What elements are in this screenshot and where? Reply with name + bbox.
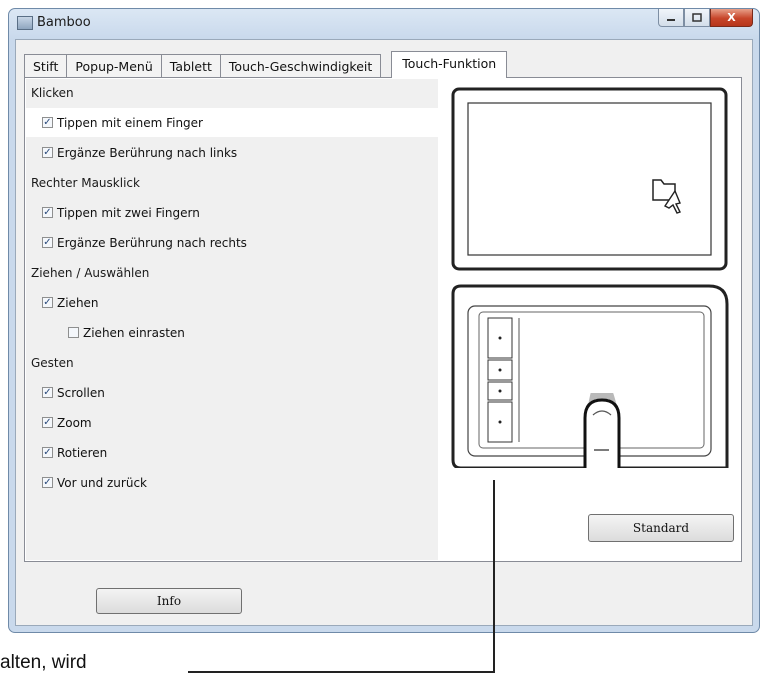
checkmark-icon: ✓ bbox=[43, 236, 52, 248]
callout-text: alten, wird bbox=[0, 652, 87, 673]
checkmark-icon: ✓ bbox=[43, 446, 52, 458]
tablet-express-keys bbox=[487, 317, 513, 443]
option-ziehen[interactable]: ✓ Ziehen bbox=[26, 288, 438, 317]
option-label: Ziehen bbox=[57, 295, 99, 310]
option-ergaenze-rechts[interactable]: ✓ Ergänze Berührung nach rechts bbox=[26, 228, 438, 257]
checkbox[interactable]: ✓ bbox=[42, 147, 53, 158]
checkmark-icon: ✓ bbox=[43, 206, 52, 218]
option-ziehen-einrasten[interactable]: Ziehen einrasten bbox=[26, 318, 438, 347]
dialog-client-area: Stift Popup-Menü Tablett Touch-Geschwind… bbox=[15, 39, 753, 626]
option-label: Rotieren bbox=[57, 445, 108, 460]
tab-strip: Stift Popup-Menü Tablett Touch-Geschwind… bbox=[24, 51, 508, 78]
checkbox[interactable]: ✓ bbox=[42, 417, 53, 428]
option-rotieren[interactable]: ✓ Rotieren bbox=[26, 438, 438, 467]
minimize-button[interactable] bbox=[658, 9, 684, 27]
close-icon: X bbox=[727, 11, 736, 24]
finger-icon bbox=[583, 393, 621, 468]
tab-touch-funktion[interactable]: Touch-Funktion bbox=[391, 51, 508, 78]
standard-button[interactable]: Standard bbox=[588, 514, 734, 542]
checkbox[interactable] bbox=[68, 327, 79, 338]
option-scrollen[interactable]: ✓ Scrollen bbox=[26, 378, 438, 407]
option-ergaenze-links[interactable]: ✓ Ergänze Berührung nach links bbox=[26, 138, 438, 167]
option-label: Ergänze Berührung nach rechts bbox=[57, 235, 247, 250]
option-label: Tippen mit einem Finger bbox=[57, 115, 203, 130]
option-label: Tippen mit zwei Fingern bbox=[57, 205, 200, 220]
close-button[interactable]: X bbox=[710, 9, 753, 27]
app-icon bbox=[17, 16, 33, 30]
checkmark-icon: ✓ bbox=[43, 416, 52, 428]
group-label-rechter-mausklick: Rechter Mausklick bbox=[31, 176, 140, 190]
window-controls: X bbox=[658, 9, 753, 29]
touch-preview-illustration bbox=[451, 87, 729, 468]
callout-line-horizontal bbox=[188, 671, 495, 673]
checkmark-icon: ✓ bbox=[43, 146, 52, 158]
touch-funktion-panel: Klicken ✓ Tippen mit einem Finger ✓ Ergä… bbox=[24, 77, 742, 562]
info-button[interactable]: Info bbox=[96, 588, 242, 614]
checkbox[interactable]: ✓ bbox=[42, 117, 53, 128]
option-zoom[interactable]: ✓ Zoom bbox=[26, 408, 438, 437]
maximize-button[interactable] bbox=[684, 9, 710, 27]
checkbox[interactable]: ✓ bbox=[42, 477, 53, 488]
option-label: Scrollen bbox=[57, 385, 105, 400]
checkbox[interactable]: ✓ bbox=[42, 297, 53, 308]
group-label-gesten: Gesten bbox=[31, 356, 74, 370]
option-tippen-zwei-fingern[interactable]: ✓ Tippen mit zwei Fingern bbox=[26, 198, 438, 227]
callout-line-vertical bbox=[493, 480, 495, 672]
bamboo-window: Bamboo X Stift Popup-Menü Tablett Touch-… bbox=[8, 8, 760, 633]
checkbox[interactable]: ✓ bbox=[42, 447, 53, 458]
checkmark-icon: ✓ bbox=[43, 386, 52, 398]
group-label-klicken: Klicken bbox=[31, 86, 74, 100]
option-vor-und-zurueck[interactable]: ✓ Vor und zurück bbox=[26, 468, 438, 497]
checkmark-icon: ✓ bbox=[43, 296, 52, 308]
tab-popup-menu[interactable]: Popup-Menü bbox=[66, 54, 162, 78]
option-label: Ergänze Berührung nach links bbox=[57, 145, 238, 160]
option-label: Zoom bbox=[57, 415, 92, 430]
checkbox[interactable]: ✓ bbox=[42, 207, 53, 218]
option-tippen-einem-finger[interactable]: ✓ Tippen mit einem Finger bbox=[26, 108, 438, 137]
checkmark-icon: ✓ bbox=[43, 476, 52, 488]
tab-touch-geschwindigkeit[interactable]: Touch-Geschwindigkeit bbox=[219, 54, 382, 78]
minimize-icon bbox=[667, 18, 675, 21]
screen-illustration bbox=[451, 87, 728, 271]
group-label-ziehen-auswaehlen: Ziehen / Auswählen bbox=[31, 266, 150, 280]
option-label: Vor und zurück bbox=[57, 475, 147, 490]
checkbox[interactable]: ✓ bbox=[42, 387, 53, 398]
option-label: Ziehen einrasten bbox=[83, 325, 185, 340]
tab-tablett[interactable]: Tablett bbox=[160, 54, 221, 78]
maximize-icon bbox=[692, 13, 702, 22]
window-title: Bamboo bbox=[37, 15, 91, 30]
checkbox[interactable]: ✓ bbox=[42, 237, 53, 248]
title-bar[interactable]: Bamboo X bbox=[9, 9, 759, 39]
options-area: Klicken ✓ Tippen mit einem Finger ✓ Ergä… bbox=[26, 79, 438, 560]
tab-stift[interactable]: Stift bbox=[24, 54, 68, 78]
checkmark-icon: ✓ bbox=[43, 116, 52, 128]
